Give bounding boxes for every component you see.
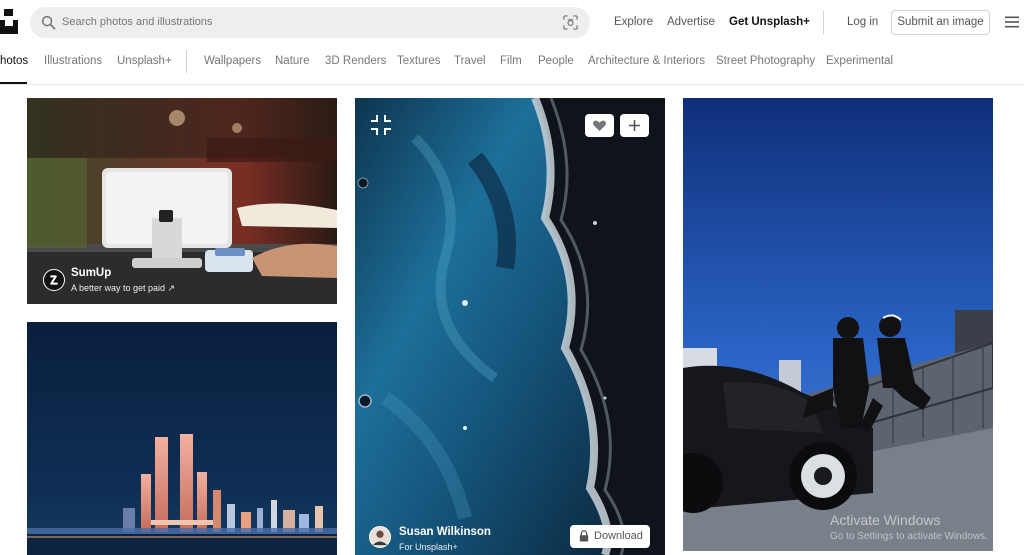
photo-abstract-fluid-card[interactable]: Susan Wilkinson For Unsplash+ Download — [355, 98, 665, 555]
tabs-divider — [186, 50, 187, 73]
download-label: Download — [594, 530, 643, 542]
tab-wallpapers[interactable]: Wallpapers — [204, 55, 261, 67]
lock-icon — [579, 530, 589, 542]
tab-3d-renders[interactable]: 3D Renders — [325, 55, 386, 67]
tab-photos[interactable]: hotos — [0, 55, 28, 67]
author-sub: For Unsplash+ — [399, 542, 458, 552]
activate-windows-title: Activate Windows — [830, 512, 941, 528]
download-button[interactable]: Download — [570, 525, 650, 548]
add-to-collection-button[interactable] — [620, 114, 649, 137]
tab-film[interactable]: Film — [500, 55, 522, 67]
photo-city-night-card[interactable] — [27, 322, 337, 555]
author-avatar[interactable] — [369, 526, 391, 548]
visual-search-icon[interactable] — [563, 15, 578, 30]
tab-illustrations[interactable]: Illustrations — [44, 55, 102, 67]
tab-architecture-interiors[interactable]: Architecture & Interiors — [588, 55, 705, 67]
tab-people[interactable]: People — [538, 55, 574, 67]
photo-motorcycle-card[interactable] — [683, 98, 993, 551]
login-link[interactable]: Log in — [847, 16, 878, 28]
tab-travel[interactable]: Travel — [454, 55, 486, 67]
like-button[interactable] — [585, 114, 614, 137]
author-name[interactable]: Susan Wilkinson — [399, 526, 491, 538]
sponsor-name[interactable]: SumUp — [71, 267, 111, 279]
sumup-logo-icon — [50, 275, 58, 285]
heart-icon — [593, 120, 606, 131]
abstract-fluid-photo-image — [355, 98, 665, 555]
nav-explore[interactable]: Explore — [614, 16, 653, 28]
tab-textures[interactable]: Textures — [397, 55, 440, 67]
top-navbar: Search photos and illustrations Explore … — [0, 0, 1024, 44]
unsplash-plus-icon — [371, 115, 391, 135]
search-input[interactable]: Search photos and illustrations — [62, 16, 212, 28]
tab-unsplash-plus[interactable]: Unsplash+ — [117, 55, 172, 67]
photo-sumup-card[interactable]: SumUp A better way to get paid ↗ — [27, 98, 337, 304]
city-night-photo-image — [27, 322, 337, 555]
plus-icon — [629, 120, 640, 131]
tab-experimental[interactable]: Experimental — [826, 55, 893, 67]
submit-image-button[interactable]: Submit an image — [891, 10, 990, 35]
category-tabs: hotos Illustrations Unsplash+ Wallpapers… — [0, 44, 1024, 84]
hamburger-menu-icon[interactable] — [1005, 16, 1019, 28]
tab-street-photography[interactable]: Street Photography — [716, 55, 815, 67]
nav-get-unsplash-plus[interactable]: Get Unsplash+ — [729, 16, 810, 28]
nav-divider — [823, 11, 824, 34]
tab-nature[interactable]: Nature — [275, 55, 310, 67]
search-bar[interactable]: Search photos and illustrations — [30, 7, 590, 38]
search-icon — [41, 15, 56, 30]
tabs-border — [0, 84, 1024, 85]
unsplash-logo-icon[interactable] — [0, 9, 18, 34]
motorcycle-photo-image — [683, 98, 993, 551]
sponsor-tagline-link[interactable]: A better way to get paid ↗ — [71, 283, 175, 294]
sumup-avatar[interactable] — [43, 269, 65, 291]
activate-windows-subtitle: Go to Settings to activate Windows. — [830, 531, 988, 542]
person-icon — [372, 530, 388, 546]
nav-advertise[interactable]: Advertise — [667, 16, 715, 28]
